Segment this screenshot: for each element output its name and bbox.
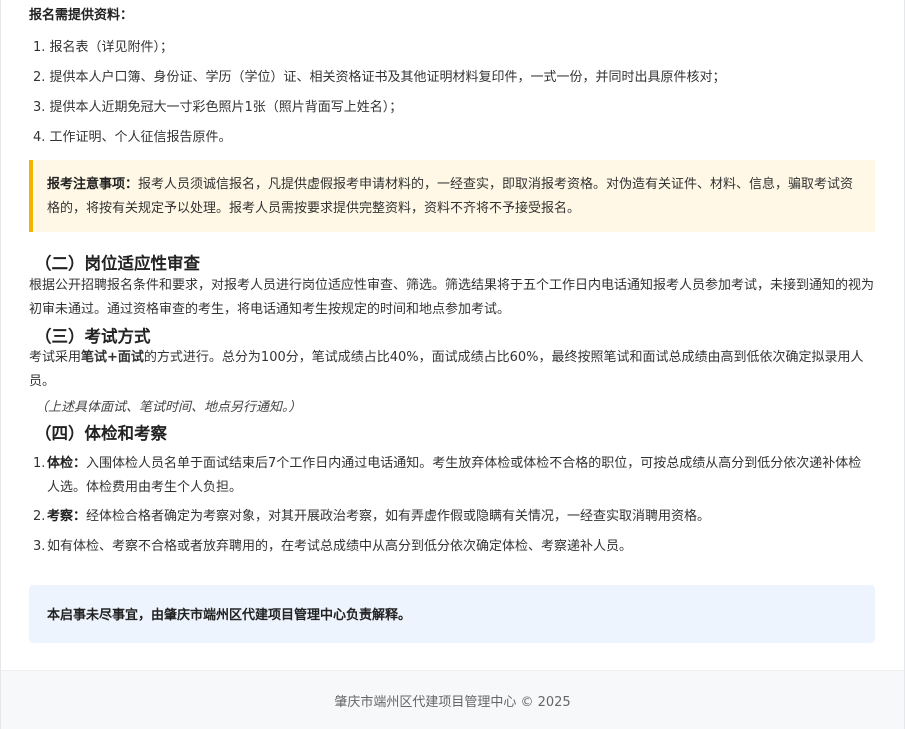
exam-note: （上述具体面试、笔试时间、地点另行通知。）: [35, 400, 302, 415]
notice-label: 报考注意事项：: [47, 177, 139, 192]
list-number: 3.: [33, 539, 46, 554]
exam-method: 笔试+面试: [81, 350, 144, 365]
list-item-text: 入围体检人员名单于面试结束后7个工作日内通过电话通知。考生放弃体检或体检不合格的…: [47, 456, 862, 495]
requirements-title: 报名需提供资料：: [29, 8, 134, 23]
section-body-exam: 考试采用笔试+面试的方式进行。总分为100分，笔试成绩占比40%，面试成绩占比6…: [29, 346, 875, 394]
footer-copyright: 肇庆市端州区代建项目管理中心 © 2025: [334, 695, 571, 710]
list-item-text: 如有体检、考察不合格或者放弃聘用的，在考试总成绩中从高分到低分依次确定体检、考察…: [47, 539, 633, 554]
list-item: 2. 考察：经体检合格者确定为考察对象，对其开展政治考察，如有弄虚作假或隐瞒有关…: [33, 505, 869, 529]
list-item-label: 体检：: [47, 456, 87, 471]
requirement-item: 2. 提供本人户口簿、身份证、学历（学位）证、相关资格证书及其他证明材料复印件，…: [33, 70, 726, 85]
list-number: 1.: [33, 456, 46, 471]
exam-body-post: 的方式进行。总分为100分，笔试成绩占比40%，面试成绩占比60%，最终按照笔试…: [29, 350, 864, 389]
list-item: 3. 如有体检、考察不合格或者放弃聘用的，在考试总成绩中从高分到低分依次确定体检…: [33, 535, 869, 559]
notice-box: 报考注意事项：报考人员须诚信报名，凡提供虚假报考申请材料的，一经查实，即取消报考…: [29, 160, 875, 232]
requirement-item: 4. 工作证明、个人征信报告原件。: [33, 130, 232, 145]
notice-text: 报考人员须诚信报名，凡提供虚假报考申请材料的，一经查实，即取消报考资格。对伪造有…: [47, 177, 854, 216]
final-statement-box: 本启事未尽事宜，由肇庆市端州区代建项目管理中心负责解释。: [29, 585, 875, 643]
page: 报名需提供资料： 1. 报名表（详见附件）； 2. 提供本人户口簿、身份证、学历…: [0, 0, 905, 729]
list-item: 1. 体检：入围体检人员名单于面试结束后7个工作日内通过电话通知。考生放弃体检或…: [33, 452, 869, 500]
list-item-text: 经体检合格者确定为考察对象，对其开展政治考察，如有弄虚作假或隐瞒有关情况，一经查…: [86, 509, 711, 524]
exam-body-pre: 考试采用: [29, 350, 82, 365]
requirement-item: 3. 提供本人近期免冠大一寸彩色照片1张（照片背面写上姓名）；: [33, 100, 403, 115]
section-heading-exam: （三）考试方式: [35, 327, 151, 346]
section-heading-physical: （四）体检和考察: [35, 424, 167, 443]
section-heading-review: （二）岗位适应性审查: [35, 254, 200, 273]
footer: 肇庆市端州区代建项目管理中心 © 2025: [1, 670, 904, 729]
list-number: 2.: [33, 509, 46, 524]
requirement-item: 1. 报名表（详见附件）；: [33, 40, 174, 55]
section-body-review: 根据公开招聘报名条件和要求，对报考人员进行岗位适应性审查、筛选。筛选结果将于五个…: [29, 278, 875, 317]
list-item-label: 考察：: [47, 509, 87, 524]
final-statement: 本启事未尽事宜，由肇庆市端州区代建项目管理中心负责解释。: [47, 608, 412, 623]
